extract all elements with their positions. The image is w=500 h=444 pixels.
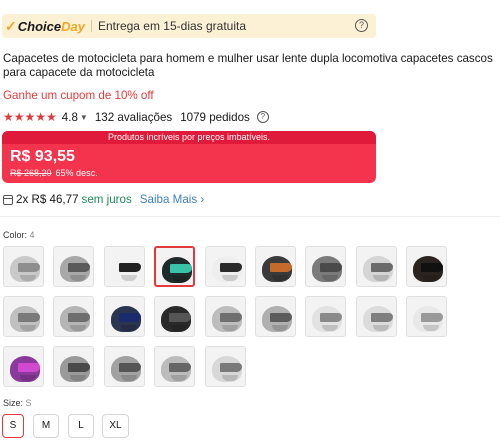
color-swatch-15[interactable]: [255, 296, 296, 337]
checkmark-icon: ✓: [5, 17, 17, 34]
helmet-visor-icon: [421, 313, 443, 322]
helmet-visor-icon: [220, 363, 242, 372]
color-swatch-14[interactable]: [205, 296, 246, 337]
size-option-xl[interactable]: XL: [102, 414, 129, 438]
helmet-visor-icon: [371, 313, 393, 322]
color-swatch-13[interactable]: [154, 296, 195, 337]
credit-card-icon: [3, 194, 13, 205]
color-swatch-6[interactable]: [255, 246, 296, 287]
color-swatch-4[interactable]: [154, 246, 195, 287]
color-swatch-7[interactable]: [305, 246, 346, 287]
size-label: Size: S: [3, 398, 32, 408]
helmet-visor-icon: [18, 363, 40, 372]
star-rating-icon: ★★★★★: [3, 110, 57, 124]
color-swatch-17[interactable]: [356, 296, 397, 337]
coupon-link[interactable]: Ganhe um cupom de 10% off: [3, 89, 154, 102]
current-price: R$ 93,55: [10, 148, 75, 165]
helmet-visor-icon: [170, 264, 192, 273]
choice-divider: [90, 20, 92, 32]
color-swatch-21[interactable]: [104, 346, 145, 387]
helmet-visor-icon: [119, 363, 141, 372]
color-swatch-11[interactable]: [53, 296, 94, 337]
original-price: R$ 268,20: [10, 168, 52, 178]
installment-text: 2x R$ 46,77: [16, 193, 79, 206]
color-swatch-8[interactable]: [356, 246, 397, 287]
color-label: Color: 4: [3, 230, 35, 240]
rating-row: ★★★★★ 4.8 ▼ 132 avaliações 1079 pedidos …: [3, 110, 269, 124]
color-swatch-22[interactable]: [154, 346, 195, 387]
helmet-visor-icon: [169, 363, 191, 372]
helmet-visor-icon: [18, 263, 40, 272]
color-swatch-12[interactable]: [104, 296, 145, 337]
price-box: Produtos incríveis por preços imbatíveis…: [2, 131, 376, 183]
helmet-visor-icon: [320, 313, 342, 322]
color-swatch-9[interactable]: [406, 246, 447, 287]
chevron-down-icon[interactable]: ▼: [80, 113, 88, 122]
helmet-visor-icon: [18, 313, 40, 322]
helmet-visor-icon: [169, 313, 191, 322]
helmet-visor-icon: [270, 263, 292, 272]
no-interest-text: sem juros: [81, 193, 132, 206]
learn-more-link[interactable]: Saiba Mais ›: [140, 193, 204, 206]
color-swatch-19[interactable]: [3, 346, 44, 387]
learn-more-label[interactable]: Saiba Mais: [140, 193, 197, 206]
color-swatch-10[interactable]: [3, 296, 44, 337]
rating-score[interactable]: 4.8: [62, 111, 78, 124]
review-count[interactable]: 132 avaliações: [95, 111, 172, 124]
order-count: 1079 pedidos: [180, 110, 250, 124]
choice-day-logo: ✓ Choice Day: [5, 18, 85, 35]
product-title: Capacetes de motocicleta para homem e mu…: [3, 52, 493, 79]
color-swatch-1[interactable]: [3, 246, 44, 287]
color-swatch-3[interactable]: [104, 246, 145, 287]
helmet-visor-icon: [421, 263, 443, 272]
help-icon[interactable]: ?: [256, 111, 269, 123]
helmet-visor-icon: [68, 363, 90, 372]
size-option-l[interactable]: L: [68, 414, 94, 438]
free-shipping-text: Entrega em 15-dias gratuita: [97, 19, 247, 33]
section-divider: [0, 216, 500, 217]
helmet-visor-icon: [220, 313, 242, 322]
helmet-visor-icon: [68, 313, 90, 322]
helmet-visor-icon: [220, 263, 242, 272]
color-swatch-23[interactable]: [205, 346, 246, 387]
color-swatch-5[interactable]: [205, 246, 246, 287]
helmet-visor-icon: [68, 263, 90, 272]
help-icon[interactable]: ?: [355, 19, 368, 32]
helmet-visor-icon: [371, 263, 393, 272]
choice-day-banner[interactable]: ✓ Choice Day Entrega em 15-dias gratuita …: [2, 14, 376, 38]
color-label-text: Color:: [3, 230, 28, 240]
size-option-s[interactable]: S: [2, 414, 24, 438]
choice-logo-text: Choice: [17, 18, 62, 34]
color-swatch-16[interactable]: [305, 296, 346, 337]
color-swatch-20[interactable]: [53, 346, 94, 387]
helmet-visor-icon: [119, 263, 141, 272]
price-banner: Produtos incríveis por preços imbatíveis…: [2, 131, 376, 144]
size-option-m[interactable]: M: [33, 414, 59, 438]
helmet-visor-icon: [320, 263, 342, 272]
helmet-visor-icon: [119, 313, 141, 322]
color-selected-value: 4: [29, 230, 35, 240]
installment-row: 2x R$ 46,77 sem juros Saiba Mais ›: [3, 193, 204, 206]
helmet-visor-icon: [270, 313, 292, 322]
chevron-right-icon: ›: [197, 193, 205, 206]
size-selected-value: S: [25, 398, 32, 408]
size-label-text: Size:: [3, 398, 24, 408]
discount-percent: 65% desc.: [55, 168, 98, 178]
price-discount-row: R$ 268,20 65% desc.: [10, 168, 98, 178]
color-swatch-18[interactable]: [406, 296, 447, 337]
color-swatch-2[interactable]: [53, 246, 94, 287]
day-logo-text: Day: [61, 18, 85, 34]
